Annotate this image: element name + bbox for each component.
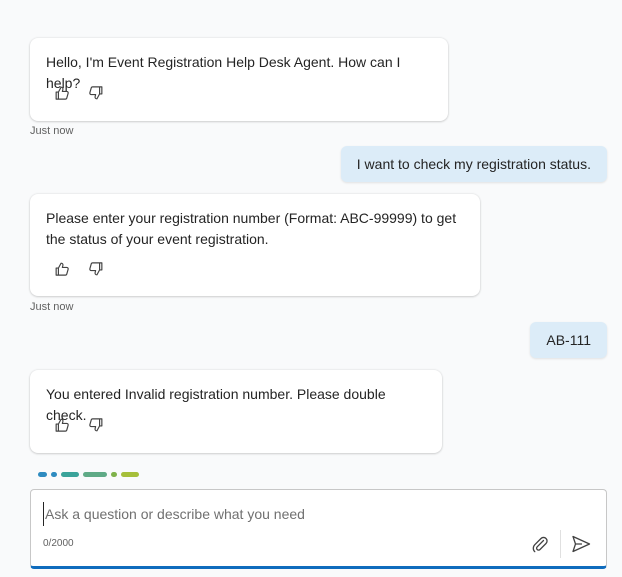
toolbar-divider (560, 530, 561, 558)
feedback-buttons (52, 259, 106, 279)
thumbs-down-icon[interactable] (86, 415, 106, 435)
typing-dot (51, 472, 57, 477)
bot-message: Hello, I'm Event Registration Help Desk … (30, 38, 448, 121)
typing-dot (111, 472, 117, 477)
thumbs-up-icon[interactable] (52, 415, 72, 435)
send-icon (572, 535, 591, 553)
send-button[interactable] (570, 534, 592, 554)
user-message: I want to check my registration status. (340, 146, 607, 182)
feedback-buttons (52, 415, 106, 435)
typing-indicator (38, 472, 139, 477)
thumbs-up-icon[interactable] (52, 259, 72, 279)
bot-message: Please enter your registration number (F… (30, 194, 480, 296)
bot-message: You entered Invalid registration number.… (30, 370, 442, 453)
thumbs-down-icon[interactable] (86, 259, 106, 279)
paperclip-icon[interactable] (530, 534, 550, 554)
thumbs-down-icon[interactable] (86, 83, 106, 103)
character-counter: 0/2000 (43, 538, 74, 549)
chat-composer: 0/2000 (30, 489, 607, 569)
message-timestamp: Just now (30, 125, 74, 137)
message-timestamp: Just now (30, 301, 74, 313)
bot-message-text: Please enter your registration number (F… (46, 210, 457, 247)
thumbs-up-icon[interactable] (52, 83, 72, 103)
typing-dot (61, 472, 79, 477)
chat-input[interactable] (43, 502, 587, 526)
typing-dot (38, 472, 47, 477)
typing-dot (121, 472, 139, 477)
user-message: AB-111 (530, 322, 607, 358)
feedback-buttons (52, 83, 106, 103)
typing-dot (83, 472, 107, 477)
